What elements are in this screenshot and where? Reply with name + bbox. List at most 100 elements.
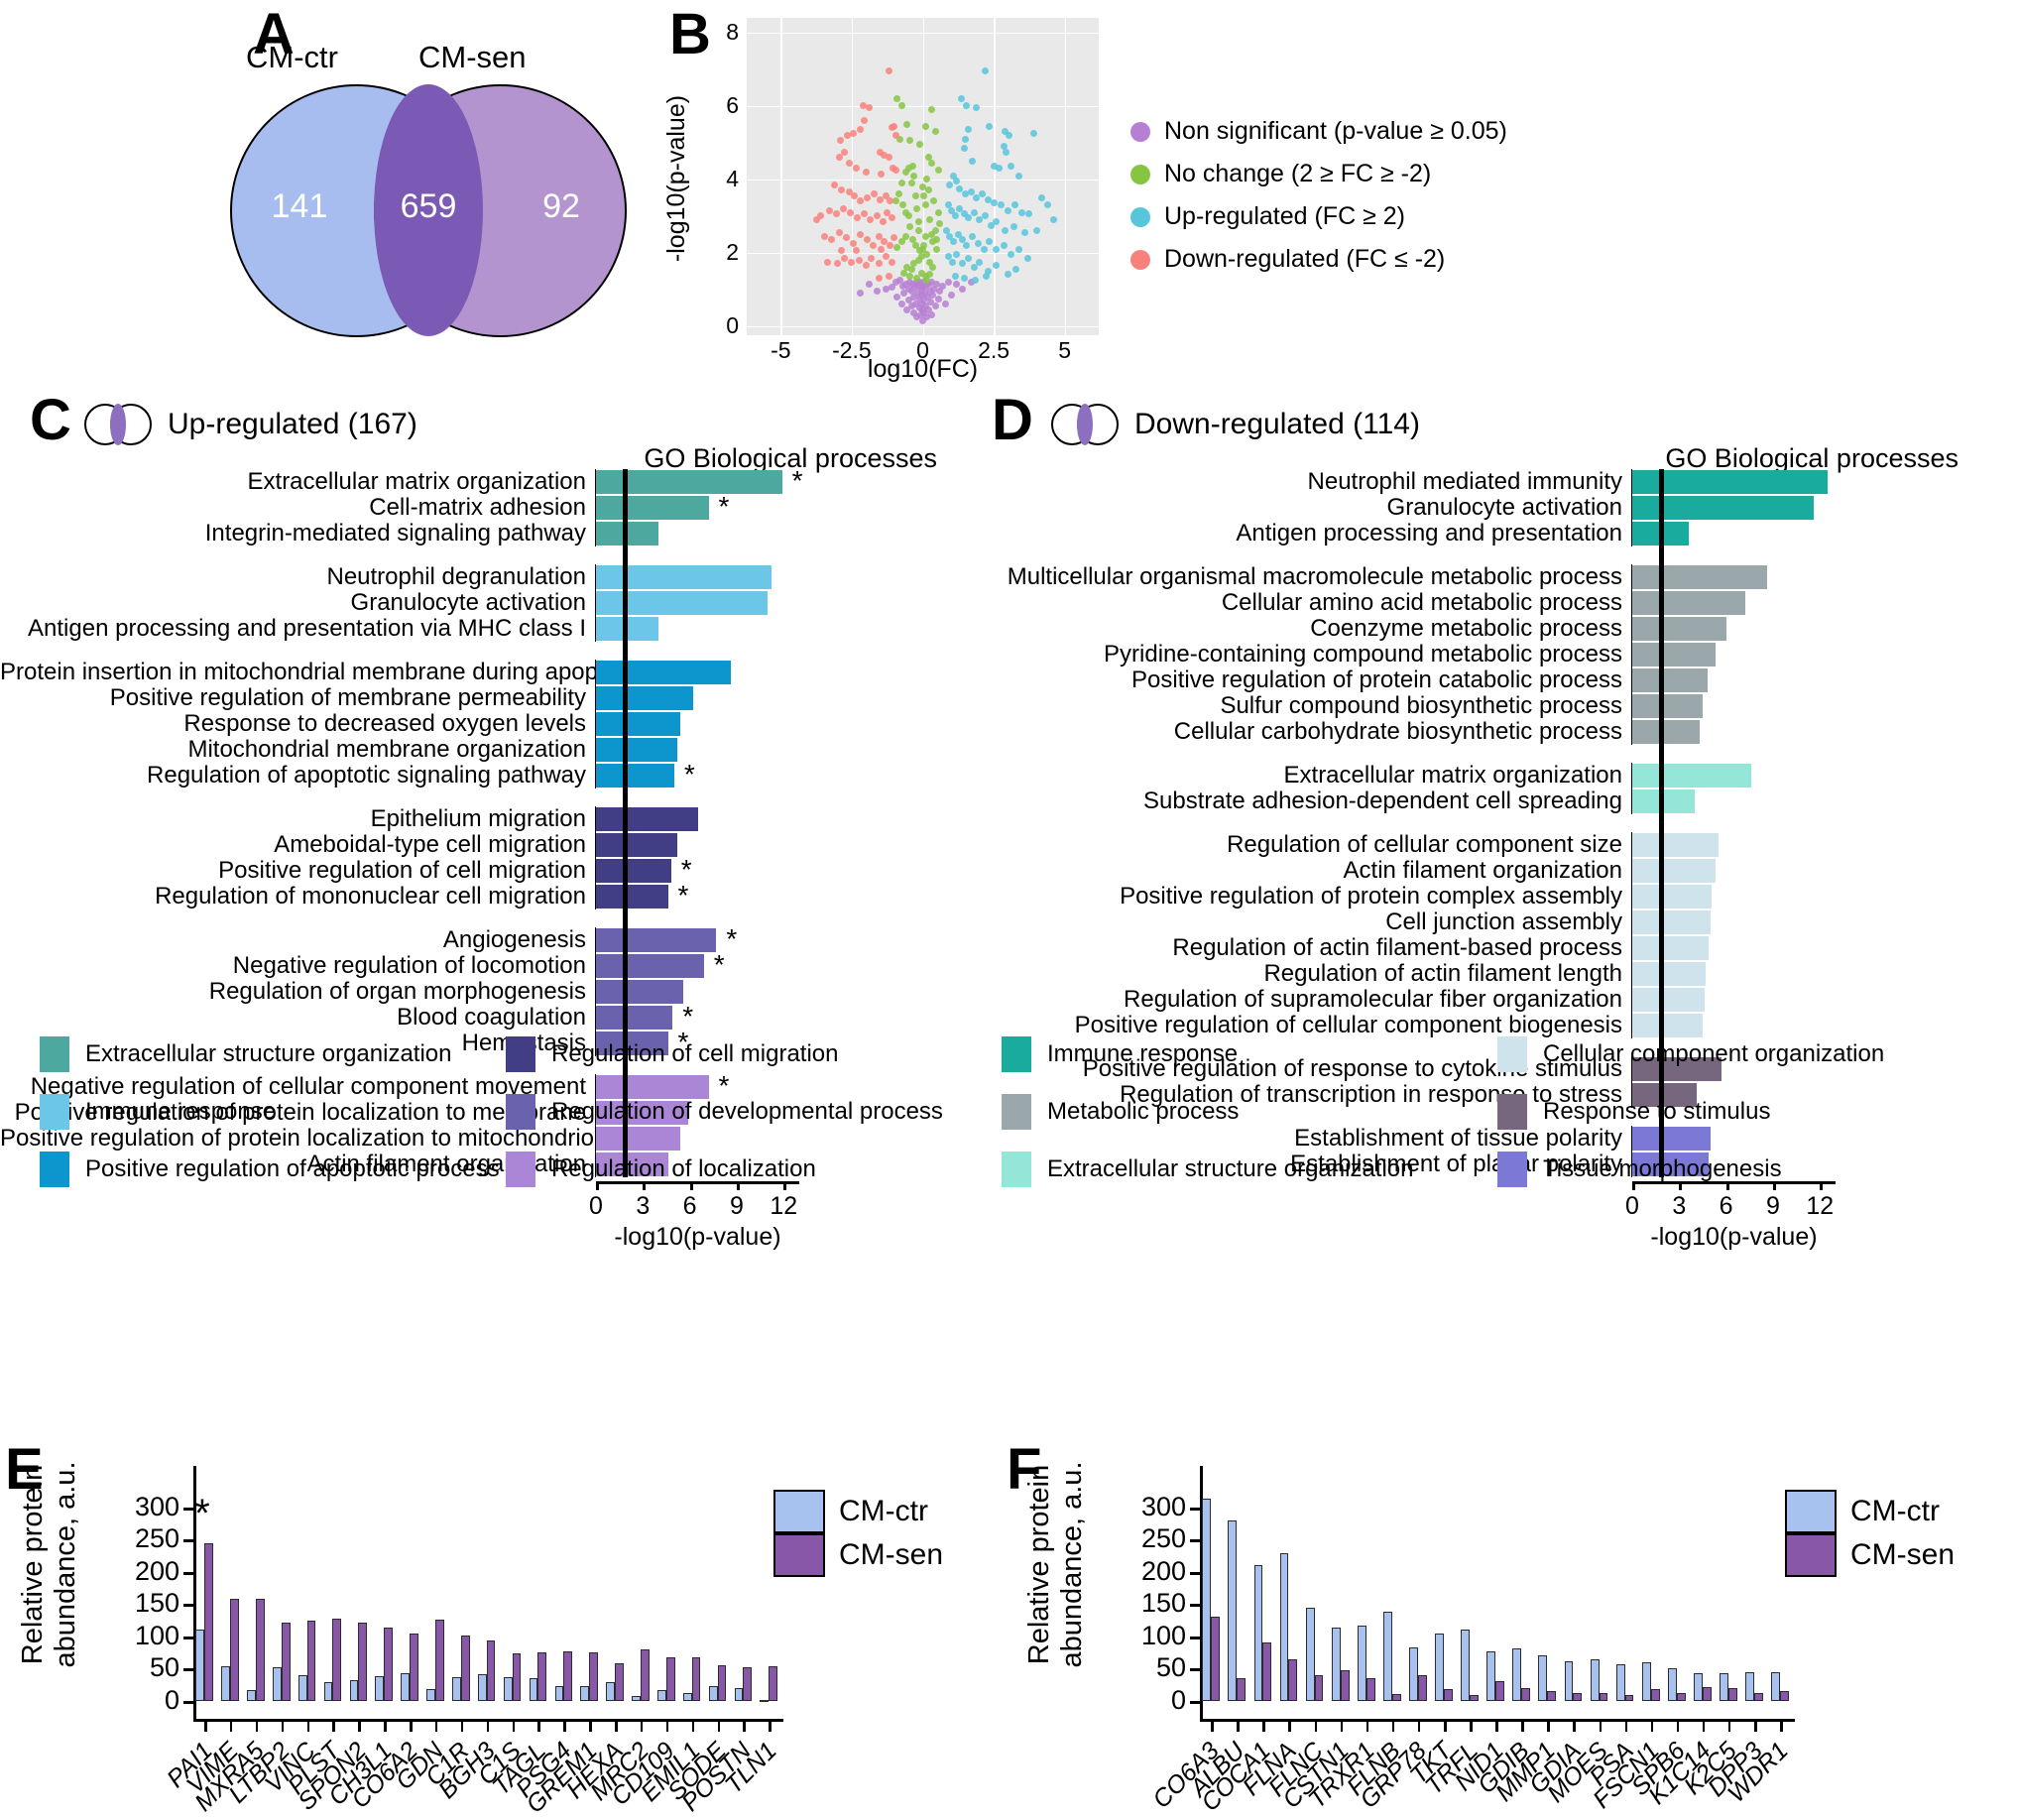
go-term-row: Antigen processing and presentation [992, 521, 1836, 546]
volcano-data-point [890, 234, 898, 242]
volcano-data-point [970, 208, 978, 216]
go-term-row: Positive regulation of protein catabolic… [992, 667, 1836, 693]
go-term-row: Neutrophil mediated immunity [992, 469, 1836, 495]
go-bar [1632, 988, 1705, 1012]
volcano-data-point [844, 131, 852, 139]
volcano-data-point [885, 154, 892, 162]
bar-cm-sen [306, 1621, 316, 1701]
go-bar [596, 496, 709, 520]
volcano-data-point [936, 219, 944, 227]
volcano-data-point [888, 214, 895, 222]
go-bar [596, 807, 698, 831]
go-bar [596, 980, 684, 1004]
series-legend-item: CM-sen [1785, 1533, 1955, 1577]
x-axis-tick [1237, 1721, 1240, 1732]
volcano-data-point [1009, 223, 1017, 231]
go-term-row: Cellular carbohydrate biosynthetic proce… [992, 719, 1836, 745]
legend-color-swatch [1497, 1094, 1527, 1130]
volcano-data-point [1023, 254, 1031, 262]
y-axis-tick-label: 100 [134, 1620, 179, 1650]
go-term-label: Positive regulation of cell migration [218, 857, 586, 884]
x-axis-tick [1391, 1721, 1395, 1732]
go-term-row: Regulation of cellular component size [992, 832, 1836, 858]
volcano-data-point [953, 251, 961, 259]
bar-cm-sen [1314, 1674, 1324, 1701]
volcano-data-point [924, 186, 932, 194]
bar-cm-ctr [708, 1686, 718, 1701]
legend-color-swatch [506, 1152, 535, 1187]
go-group-gap [992, 745, 1836, 763]
go-term-label: Coenzyme metabolic process [1310, 615, 1622, 642]
volcano-data-point [846, 208, 854, 216]
go-term-row: Regulation of mononuclear cell migration… [0, 880, 799, 910]
volcano-data-point [828, 236, 836, 244]
bar-cm-sen [1650, 1688, 1660, 1701]
bar-cm-ctr [297, 1674, 307, 1701]
go-legend-item: Positive regulation of apoptotic process [40, 1152, 500, 1187]
go-bar [1632, 764, 1751, 788]
volcano-data-point [848, 258, 856, 266]
volcano-data-point [864, 193, 872, 201]
bar-cm-ctr [632, 1696, 641, 1701]
x-axis-tick [1314, 1721, 1318, 1732]
volcano-y-tick-label: 2 [726, 238, 739, 265]
volcano-data-point [874, 288, 882, 296]
volcano-data-point [865, 280, 873, 288]
volcano-data-point [1049, 215, 1057, 223]
y-axis-tick [183, 1701, 193, 1704]
panel-d-letter: D [992, 388, 1033, 452]
x-axis-tick [589, 1721, 592, 1732]
volcano-data-point [949, 258, 957, 266]
volcano-data-point [888, 258, 895, 266]
go-term-label: Pyridine-containing compound metabolic p… [1104, 641, 1622, 667]
legend-item-label: Immune response [1047, 1040, 1239, 1067]
go-term-row: Antigen processing and presentation via … [0, 616, 799, 642]
legend-color-swatch [1130, 206, 1150, 227]
x-axis-tick [384, 1721, 387, 1732]
go-term-row: Neutrophil degranulation [0, 564, 799, 590]
volcano-data-point [857, 289, 865, 297]
bar-cm-sen [255, 1599, 265, 1701]
go-term-label: Epithelium migration [370, 805, 586, 832]
bar-cm-ctr [760, 1699, 770, 1702]
volcano-data-point [891, 167, 899, 175]
legend-item-label: Immune response [85, 1098, 277, 1125]
bar-cm-ctr [452, 1676, 461, 1701]
legend-color-swatch [1130, 164, 1150, 184]
go-bar [1632, 617, 1726, 641]
volcano-data-point [906, 137, 914, 145]
panel-e-bars: E Relative protein abundance, a.u. CM-ct… [0, 1428, 1002, 1820]
bar-cm-sen [1391, 1694, 1401, 1701]
volcano-data-point [894, 190, 902, 198]
bar-cm-sen [1547, 1690, 1557, 1701]
volcano-data-point [959, 286, 967, 294]
series-legend-item: CM-ctr [1785, 1490, 1955, 1533]
volcano-data-point [1018, 208, 1026, 216]
go-legend-item: Immune response [1002, 1036, 1238, 1072]
volcano-data-point [1004, 206, 1011, 214]
bar-cm-sen [537, 1652, 547, 1701]
volcano-data-point [923, 251, 931, 259]
volcano-data-point [893, 293, 901, 301]
volcano-x-tick-label: 5 [1058, 337, 1072, 363]
bar-cm-ctr [529, 1678, 538, 1701]
bar-cm-ctr [1357, 1625, 1366, 1701]
legend-item-label: CM-ctr [1850, 1495, 1940, 1527]
volcano-data-point [964, 126, 972, 134]
bar-cm-sen [1470, 1695, 1479, 1701]
go-term-label: Positive regulation of protein catabolic… [1131, 667, 1622, 693]
go-legend-item: Cellular component organization [1497, 1036, 1884, 1072]
volcano-x-tick-label: -5 [771, 337, 791, 363]
bar-cm-ctr [1590, 1659, 1600, 1701]
panel-c-legend: Extracellular structure organization Immu… [40, 1036, 992, 1225]
x-axis-tick [358, 1721, 361, 1732]
go-term-label: Neutrophil degranulation [326, 563, 586, 590]
bar-cm-sen [589, 1652, 598, 1701]
go-term-row: Regulation of actin filament-based proce… [992, 935, 1836, 961]
volcano-data-point [993, 262, 1001, 270]
y-axis-tick [1190, 1571, 1200, 1575]
go-term-label: Sulfur compound biosynthetic process [1220, 692, 1622, 719]
legend-item-label: CM-sen [1850, 1538, 1956, 1571]
legend-item-label: Regulation of localization [551, 1155, 816, 1182]
venn-label-cm-ctr: CM-ctr [246, 40, 338, 74]
